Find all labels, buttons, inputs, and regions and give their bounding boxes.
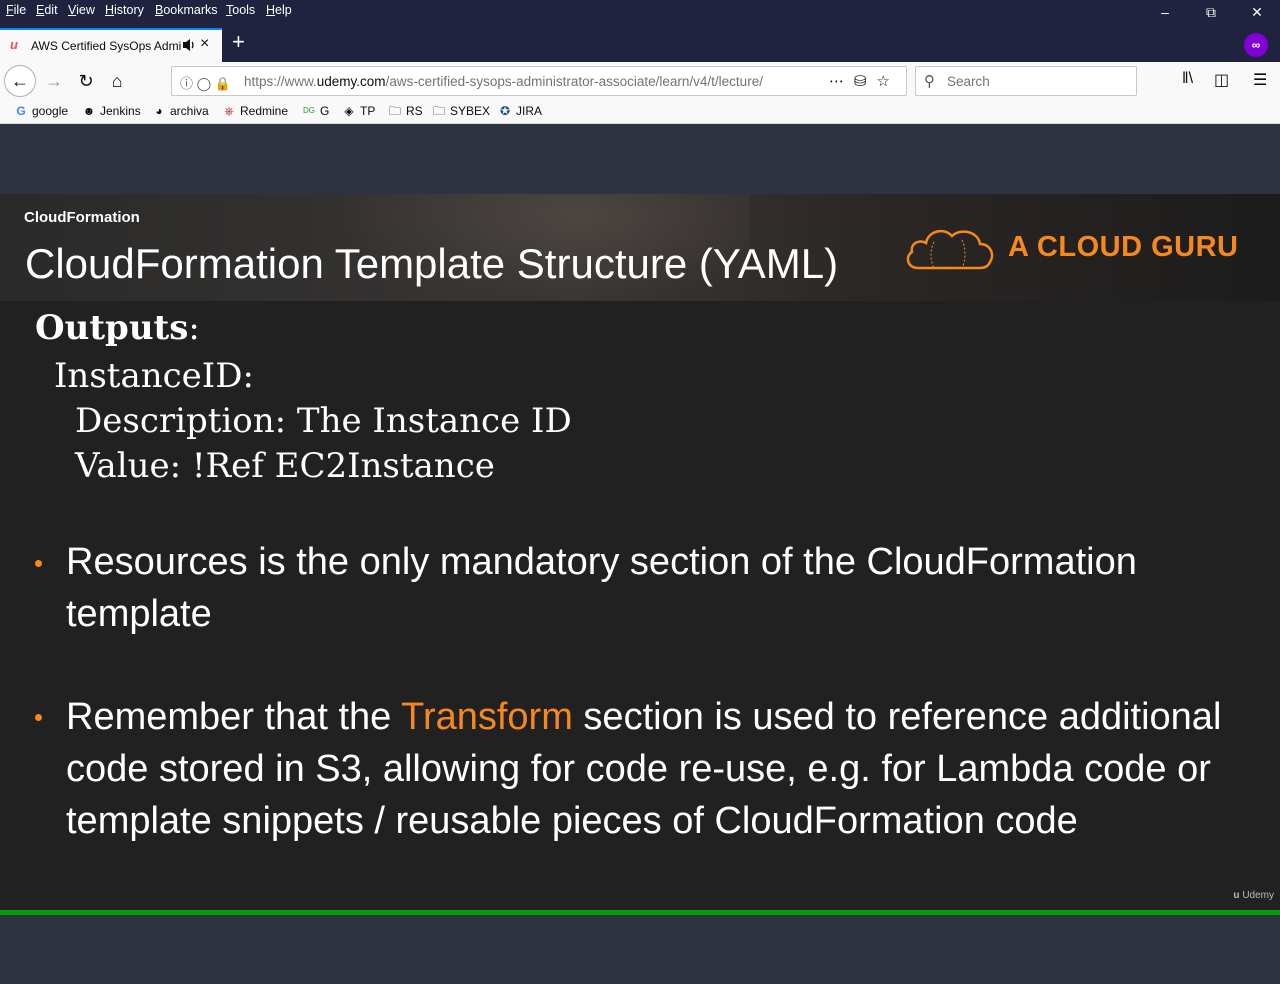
menu-history[interactable]: History: [105, 3, 144, 17]
page-content: CloudFormation CloudFormation Template S…: [0, 124, 1280, 984]
url-bar[interactable]: ⓘ ◯ 🔒 https://www.udemy.com/aws-certifie…: [171, 66, 907, 96]
video-progress-bar[interactable]: [0, 910, 1280, 915]
menu-tools[interactable]: Tools: [226, 3, 255, 17]
sidebar-icon[interactable]: ◫: [1214, 70, 1229, 90]
bookmark-jira[interactable]: ✪ JIRA: [498, 104, 542, 118]
bullet-dot: [35, 560, 42, 567]
home-button[interactable]: ⌂: [103, 67, 131, 95]
menu-edit[interactable]: Edit: [36, 3, 58, 17]
g-icon: DG: [303, 106, 315, 115]
slide-section-label: CloudFormation: [24, 209, 140, 226]
bookmark-jenkins[interactable]: ☻ Jenkins: [82, 104, 141, 118]
site-info-icon[interactable]: ⓘ ◯ 🔒: [180, 73, 231, 92]
globe-icon: ◕: [155, 104, 163, 118]
library-icon[interactable]: ‖\: [1182, 70, 1193, 88]
bookmark-google[interactable]: Ggoogle: [14, 104, 68, 118]
lock-icon: 🔒: [214, 76, 231, 91]
url-text[interactable]: https://www.udemy.com/aws-certified-syso…: [244, 74, 789, 89]
tab-strip: u AWS Certified SysOps Administrator - A…: [0, 22, 1280, 62]
bookmark-star-icon[interactable]: ☆: [877, 73, 900, 90]
back-button[interactable]: ←: [4, 65, 36, 97]
bookmark-sybex[interactable]: 🗀 SYBEX: [432, 104, 490, 118]
restore-icon[interactable]: ⧉: [1204, 4, 1218, 21]
transform-highlight: Transform: [401, 696, 573, 738]
jira-icon: ✪: [499, 104, 511, 118]
new-tab-button[interactable]: +: [232, 31, 245, 53]
cloud-guru-logo-icon: [906, 229, 994, 270]
pocket-icon[interactable]: ⛁: [854, 73, 877, 90]
menu-help[interactable]: Help: [266, 3, 292, 17]
tp-icon: ◈: [344, 104, 354, 118]
private-browsing-icon: ∞: [1244, 33, 1268, 57]
code-instanceid-line: InstanceID:: [54, 356, 254, 396]
slide-header: CloudFormation CloudFormation Template S…: [0, 194, 1280, 301]
forward-button[interactable]: →: [40, 67, 68, 95]
bullet-transform: Remember that the Transform section is u…: [66, 696, 1222, 842]
search-icon: ⚲: [924, 73, 935, 90]
google-icon: G: [16, 104, 26, 118]
menu-bar: File Edit View History Bookmarks Tools H…: [0, 0, 1280, 22]
minimize-icon[interactable]: –: [1158, 4, 1172, 20]
speaker-icon[interactable]: [182, 37, 196, 53]
code-value-line: Value: !Ref EC2Instance: [75, 446, 495, 486]
reload-button[interactable]: ↻: [72, 67, 100, 95]
bookmark-rs[interactable]: 🗀 RS: [388, 104, 423, 118]
page-actions[interactable]: ⋯⛁☆: [829, 72, 900, 90]
code-outputs-line: Outputs:: [35, 308, 200, 348]
bookmark-archiva[interactable]: ◕ archiva: [152, 104, 208, 118]
video-slide[interactable]: CloudFormation CloudFormation Template S…: [0, 194, 1280, 910]
slide-title: CloudFormation Template Structure (YAML): [25, 240, 839, 287]
tab-title: AWS Certified SysOps Administrator - Ass…: [31, 39, 181, 53]
menu-file[interactable]: File: [6, 3, 26, 17]
bookmark-redmine[interactable]: ⎈ Redmine: [222, 104, 288, 118]
jenkins-icon: ☻: [82, 104, 96, 118]
bookmark-tp[interactable]: ◈ TP: [342, 104, 375, 118]
search-input[interactable]: ⚲ Search: [915, 66, 1137, 96]
search-placeholder: Search: [947, 74, 990, 89]
bookmark-g[interactable]: DG G: [302, 104, 329, 118]
navigation-toolbar: ← → ↻ ⌂ ⓘ ◯ 🔒 https://www.udemy.com/aws-…: [0, 62, 1280, 100]
bookmarks-toolbar: Ggoogle ☻ Jenkins ◕ archiva ⎈ Redmine DG G ◈…: [0, 100, 1280, 124]
bullet-dot: [35, 714, 42, 721]
tab-udemy[interactable]: u AWS Certified SysOps Administrator - A…: [0, 28, 222, 62]
udemy-watermark: u Udemy: [1233, 890, 1274, 901]
code-description-line: Description: The Instance ID: [75, 401, 572, 441]
menu-view[interactable]: View: [68, 3, 95, 17]
redmine-icon: ⎈: [224, 104, 234, 118]
hamburger-menu-icon[interactable]: ☰: [1253, 70, 1267, 90]
bullet-resources: Resources is the only mandatory section …: [66, 541, 1137, 635]
udemy-favicon-icon: u: [10, 37, 18, 52]
folder-icon: 🗀: [432, 104, 445, 118]
page-actions-icon[interactable]: ⋯: [829, 73, 854, 90]
menu-bookmarks[interactable]: Bookmarks: [155, 3, 218, 17]
tab-close-icon[interactable]: ×: [200, 35, 209, 53]
folder-icon: 🗀: [388, 104, 401, 118]
brand-name: A CLOUD GURU: [1008, 231, 1239, 263]
close-window-icon[interactable]: ✕: [1250, 4, 1264, 21]
